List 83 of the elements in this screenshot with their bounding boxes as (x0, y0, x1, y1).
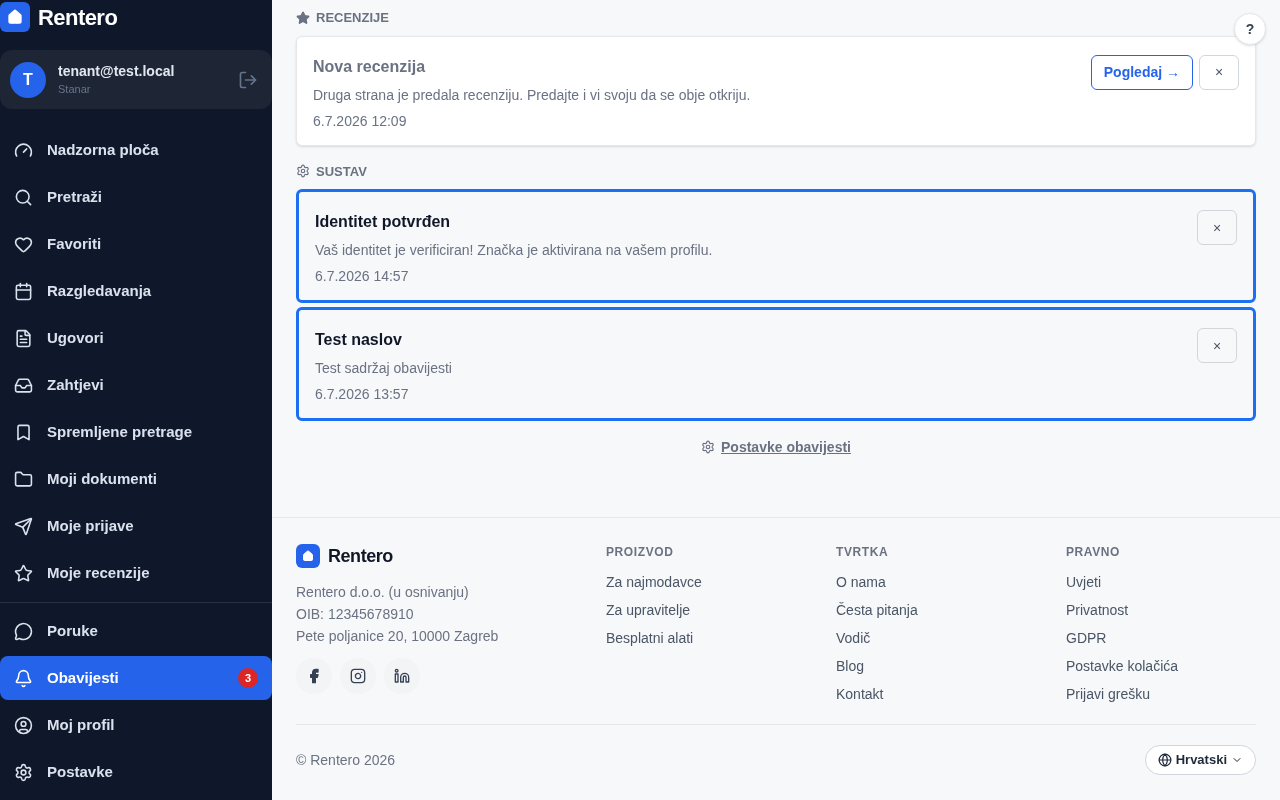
footer-link[interactable]: Besplatni alati (606, 628, 836, 648)
facebook-button[interactable] (296, 658, 332, 694)
notification-body: Druga strana je predala recenziju. Predajte i vi svoju da se obje otkriju. (313, 85, 752, 105)
gauge-icon (14, 140, 33, 160)
footer-link[interactable]: Vodič (836, 628, 1066, 648)
nav-item[interactable]: Favoriti (0, 222, 272, 266)
section-heading: SUSTAV (316, 162, 367, 181)
house-logo-icon (296, 544, 320, 568)
nav-item[interactable]: Zahtjevi (0, 363, 272, 407)
language-select[interactable]: Hrvatski (1144, 745, 1256, 775)
nav-item[interactable]: Nadzorna ploča (0, 128, 272, 172)
nav-item[interactable]: Poruke (0, 609, 272, 653)
nav-item[interactable]: Spremljene pretrage (0, 410, 272, 454)
footer-link[interactable]: Postavke kolačića (1066, 656, 1256, 676)
notification-title: Identitet potvrđen (315, 212, 452, 232)
footer-link[interactable]: Česta pitanja (836, 600, 1066, 620)
linkedin-icon (394, 668, 410, 684)
company-info: Rentero d.o.o. (u osnivanju) (296, 583, 470, 602)
inbox-icon (14, 375, 33, 395)
chat-bubble-icon (14, 621, 33, 641)
notification-settings-link[interactable]: Postavke obavijesti (701, 437, 851, 457)
count-badge: 3 (238, 668, 258, 688)
paper-plane-icon (14, 516, 33, 536)
user-circle-icon (14, 715, 33, 735)
footer-link[interactable]: Za najmodavce (606, 572, 836, 592)
settings-icon (296, 164, 310, 179)
view-button[interactable]: Pogledaj → (1090, 54, 1193, 90)
notification-body: Vaš identitet je verificiran! Značka je aktivirana na vašem profilu. (315, 241, 714, 260)
nav-item[interactable]: Obavijesti 3 (0, 656, 272, 700)
footer-link[interactable]: Blog (836, 656, 1066, 676)
heart-icon (14, 234, 33, 254)
user-email: tenant@test.local (58, 62, 176, 82)
user-role: Stanar (58, 82, 92, 98)
footer-link[interactable]: Za upravitelje (606, 600, 836, 620)
footer-link[interactable]: Privatnost (1066, 600, 1256, 620)
footer-link[interactable]: Prijavi grešku (1066, 684, 1256, 704)
nav-item[interactable]: Razgledavanja (0, 269, 272, 313)
calendar-icon (14, 281, 33, 301)
notification-title: Nova recenzija (313, 56, 427, 77)
footer-heading: PRAVNO (1066, 544, 1122, 560)
dismiss-button[interactable]: × (1199, 54, 1239, 90)
notification-time: 6.7.2026 14:57 (315, 267, 410, 286)
folder-icon (14, 469, 33, 489)
copyright: © Rentero 2026 (296, 751, 396, 770)
nav-item[interactable]: Postavke (0, 750, 272, 794)
section-heading: RECENZIJE (316, 9, 389, 27)
dismiss-button[interactable]: × (1197, 328, 1237, 363)
star-icon (296, 10, 310, 25)
nav-item[interactable]: Pretraži (0, 175, 272, 219)
nav-item[interactable]: Moje prijave (0, 504, 272, 548)
footer-link[interactable]: Kontakt (836, 684, 1066, 704)
footer-link[interactable]: GDPR (1066, 628, 1256, 648)
globe-icon (1157, 753, 1172, 767)
house-logo-icon (0, 2, 30, 32)
company-info: Pete poljanice 20, 10000 Zagreb (296, 627, 500, 646)
linkedin-button[interactable] (384, 658, 420, 694)
bookmark-icon (14, 422, 33, 442)
nav-item[interactable]: Moj profil (0, 703, 272, 747)
footer-heading: PROIZVOD (606, 544, 675, 560)
footer-heading: TVRTKA (836, 544, 890, 560)
footer-link[interactable]: O nama (836, 572, 1066, 592)
notification-time: 6.7.2026 12:09 (313, 111, 408, 131)
notification-title: Test naslov (315, 330, 403, 350)
search-icon (14, 187, 33, 207)
instagram-icon (350, 668, 366, 684)
help-button[interactable]: ? (1234, 13, 1266, 45)
dismiss-button[interactable]: × (1197, 210, 1237, 245)
avatar: T (10, 61, 46, 98)
company-info: OIB: 12345678910 (296, 605, 415, 624)
nav-item[interactable]: Ugovori (0, 316, 272, 360)
instagram-button[interactable] (340, 658, 376, 694)
notification-time: 6.7.2026 13:57 (315, 385, 410, 404)
nav-item[interactable]: Moje recenzije (0, 551, 272, 595)
footer-link[interactable]: Uvjeti (1066, 572, 1256, 592)
brand-name: Rentero (328, 545, 393, 568)
star-icon (14, 563, 33, 583)
settings-icon (14, 762, 33, 782)
bell-icon (14, 668, 33, 688)
document-icon (14, 328, 33, 348)
settings-icon (701, 440, 715, 454)
notification-body: Test sadržaj obavijesti (315, 359, 453, 378)
brand-name: Rentero (38, 3, 118, 32)
nav-item[interactable]: Moji dokumenti (0, 457, 272, 501)
